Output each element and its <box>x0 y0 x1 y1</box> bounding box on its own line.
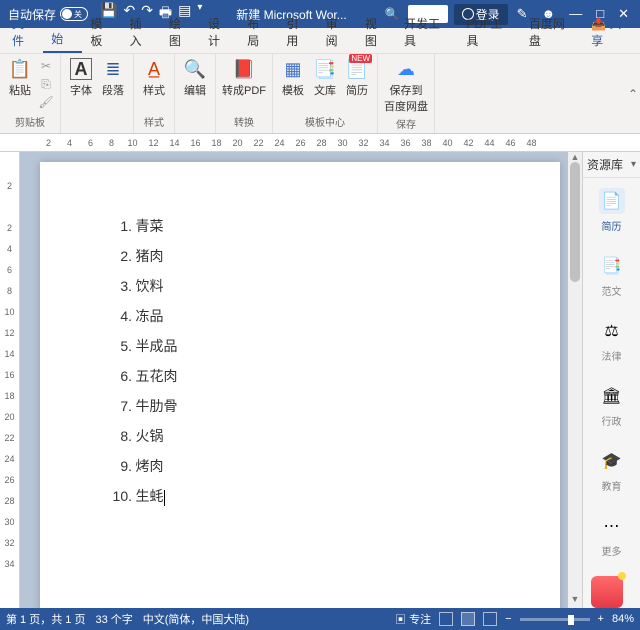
sidebar-item-简历[interactable]: 📄简历 <box>583 178 640 243</box>
ribbon-tabs: 文件 开始 模板 插入 绘图 设计 布局 引用 审阅 视图 开发工具 PDF工具… <box>0 28 640 54</box>
tab-review[interactable]: 审阅 <box>318 11 357 53</box>
promo-gift[interactable] <box>583 568 640 616</box>
focus-mode-button[interactable]: ▣ 专注 <box>395 611 431 627</box>
library-icon: 📑 <box>314 58 336 80</box>
save-baidu-button[interactable]: ☁保存到 百度网盘 <box>384 58 428 114</box>
share-button[interactable]: 📤 共享 <box>583 11 640 53</box>
chevron-down-icon: ▾ <box>631 159 636 170</box>
side-panel-header[interactable]: 资源库 ▾ <box>583 152 640 178</box>
numbered-list: 1. 青菜2. 猪肉3. 饮料4. 冻品5. 半成品6. 五花肉7. 牛肋骨8.… <box>110 212 490 512</box>
style-button[interactable]: A̲样式 <box>140 58 168 98</box>
group-edit: 🔍编辑 <box>175 54 216 133</box>
sidebar-icon: ⋯ <box>599 513 625 539</box>
copy-icon[interactable]: ⎘ <box>38 76 54 92</box>
cut-icon[interactable]: ✂ <box>38 58 54 74</box>
ribbon-collapse-icon[interactable]: ⌃ <box>626 54 640 133</box>
sidebar-icon: 📄 <box>599 188 625 214</box>
side-panel: 资源库 ▾ 📄简历📑范文⚖法律🏛行政🎓教育⋯更多 <box>582 152 640 608</box>
zoom-out-button[interactable]: − <box>505 613 511 625</box>
tab-layout[interactable]: 布局 <box>239 11 278 53</box>
paragraph-icon: ≣ <box>102 58 124 80</box>
search-edit-icon: 🔍 <box>184 58 206 80</box>
tab-insert[interactable]: 插入 <box>122 11 161 53</box>
sidebar-item-更多[interactable]: ⋯更多 <box>583 503 640 568</box>
resume-button[interactable]: 📄NEW简历 <box>343 58 371 98</box>
status-bar: 第 1 页，共 1 页 33 个字 中文(简体，中国大陆) ▣ 专注 − + 8… <box>0 608 640 630</box>
baidu-cloud-icon: ☁ <box>395 58 417 80</box>
format-painter-icon[interactable]: 🖌 <box>38 94 54 110</box>
list-item[interactable]: 1. 青菜 <box>110 212 490 242</box>
group-template-center: ▦模板 📑文库 📄NEW简历 模板中心 <box>273 54 378 133</box>
scroll-down-icon[interactable]: ▼ <box>568 594 582 608</box>
group-clipboard: 📋 粘贴 ✂ ⎘ 🖌 剪贴板 <box>0 54 61 133</box>
template-icon: ▦ <box>282 58 304 80</box>
page-indicator[interactable]: 第 1 页，共 1 页 <box>6 611 85 627</box>
paste-button[interactable]: 📋 粘贴 <box>6 58 34 98</box>
ribbon: 📋 粘贴 ✂ ⎘ 🖌 剪贴板 A字体 ≣段落 A̲样式 样式 🔍编辑 📕转成PD… <box>0 54 640 134</box>
tab-pdf[interactable]: PDF工具 <box>458 11 520 53</box>
group-font: A字体 ≣段落 <box>61 54 134 133</box>
list-item[interactable]: 6. 五花肉 <box>110 362 490 392</box>
scrollbar-vertical[interactable]: ▲ ▼ <box>568 152 582 608</box>
list-item[interactable]: 5. 半成品 <box>110 332 490 362</box>
resume-icon: 📄NEW <box>346 58 368 80</box>
tab-file[interactable]: 文件 <box>4 11 43 53</box>
ruler-horizontal[interactable]: 2468101214161820222426283032343638404244… <box>0 134 640 152</box>
zoom-in-button[interactable]: + <box>598 613 604 625</box>
convert-pdf-button[interactable]: 📕转成PDF <box>222 58 266 98</box>
group-style: A̲样式 样式 <box>134 54 175 133</box>
font-icon: A <box>70 58 92 80</box>
edit-button[interactable]: 🔍编辑 <box>181 58 209 98</box>
font-button[interactable]: A字体 <box>67 58 95 98</box>
pdf-icon: 📕 <box>233 58 255 80</box>
list-item[interactable]: 8. 火锅 <box>110 422 490 452</box>
library-button[interactable]: 📑文库 <box>311 58 339 98</box>
group-convert: 📕转成PDF 转换 <box>216 54 273 133</box>
paste-icon: 📋 <box>9 58 31 80</box>
sidebar-item-教育[interactable]: 🎓教育 <box>583 438 640 503</box>
ruler-vertical[interactable]: 2246810121416182022242628303234 <box>0 152 20 608</box>
tab-template[interactable]: 模板 <box>82 11 121 53</box>
gift-icon <box>591 576 623 608</box>
paragraph-button[interactable]: ≣段落 <box>99 58 127 98</box>
tab-home[interactable]: 开始 <box>43 9 82 53</box>
side-panel-title: 资源库 <box>587 156 623 173</box>
tab-draw[interactable]: 绘图 <box>161 11 200 53</box>
tab-view[interactable]: 视图 <box>357 11 396 53</box>
tab-baidu[interactable]: 百度网盘 <box>521 11 583 53</box>
tab-design[interactable]: 设计 <box>200 11 239 53</box>
sidebar-item-范文[interactable]: 📑范文 <box>583 243 640 308</box>
sidebar-icon: ⚖ <box>599 318 625 344</box>
group-save: ☁保存到 百度网盘 保存 <box>378 54 435 133</box>
language-indicator[interactable]: 中文(简体，中国大陆) <box>143 611 249 627</box>
list-item[interactable]: 10. 生蚝 <box>110 482 490 512</box>
sidebar-icon: 🎓 <box>599 448 625 474</box>
list-item[interactable]: 3. 饮料 <box>110 272 490 302</box>
zoom-slider[interactable] <box>520 618 590 621</box>
zoom-level[interactable]: 84% <box>612 613 634 625</box>
sidebar-icon: 📑 <box>599 253 625 279</box>
list-item[interactable]: 2. 猪肉 <box>110 242 490 272</box>
word-count[interactable]: 33 个字 <box>95 611 132 627</box>
tab-reference[interactable]: 引用 <box>278 11 317 53</box>
template-button[interactable]: ▦模板 <box>279 58 307 98</box>
sidebar-item-法律[interactable]: ⚖法律 <box>583 308 640 373</box>
sidebar-icon: 🏛 <box>599 383 625 409</box>
sidebar-item-行政[interactable]: 🏛行政 <box>583 373 640 438</box>
workspace: 2246810121416182022242628303234 1. 青菜2. … <box>0 152 640 608</box>
style-icon: A̲ <box>143 58 165 80</box>
scrollbar-thumb[interactable] <box>570 162 580 282</box>
tab-dev[interactable]: 开发工具 <box>396 11 458 53</box>
document-canvas[interactable]: 1. 青菜2. 猪肉3. 饮料4. 冻品5. 半成品6. 五花肉7. 牛肋骨8.… <box>20 152 582 608</box>
list-item[interactable]: 7. 牛肋骨 <box>110 392 490 422</box>
page[interactable]: 1. 青菜2. 猪肉3. 饮料4. 冻品5. 半成品6. 五花肉7. 牛肋骨8.… <box>40 162 560 608</box>
list-item[interactable]: 4. 冻品 <box>110 302 490 332</box>
list-item[interactable]: 9. 烤肉 <box>110 452 490 482</box>
